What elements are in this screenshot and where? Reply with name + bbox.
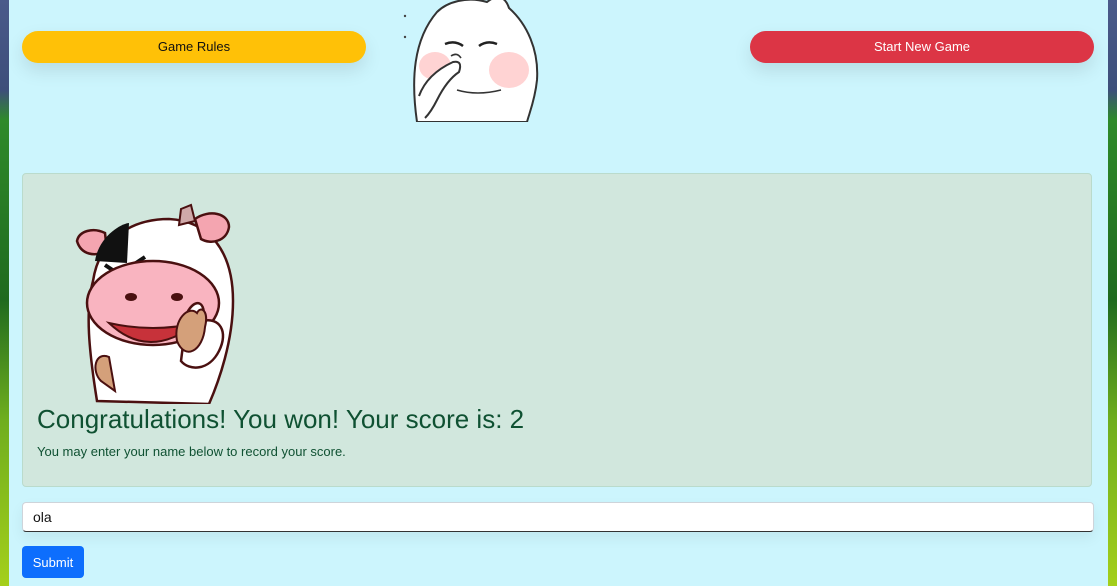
happy-cow-image: [75, 203, 235, 404]
game-rules-button[interactable]: Game Rules: [22, 31, 366, 63]
background-scenery-left: [0, 0, 9, 586]
game-page: Game Rules Start New Game Congratulation…: [9, 0, 1108, 586]
result-title: Congratulations! You won! Your score is:…: [37, 404, 525, 434]
result-alert: Congratulations! You won! Your score is:…: [22, 173, 1092, 487]
shy-cat-mascot-image: [403, 0, 539, 122]
background-scenery-right: [1108, 0, 1117, 586]
player-name-input[interactable]: [22, 502, 1094, 532]
start-new-game-button[interactable]: Start New Game: [750, 31, 1094, 63]
submit-button[interactable]: Submit: [22, 546, 84, 578]
result-message: You may enter your name below to record …: [37, 444, 346, 459]
